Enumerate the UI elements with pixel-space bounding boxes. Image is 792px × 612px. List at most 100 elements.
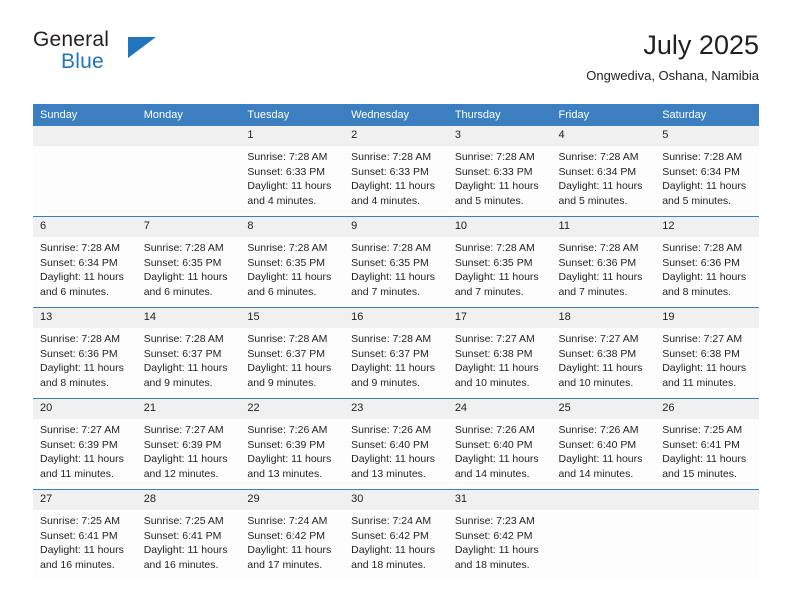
calendar-day-cell[interactable]: 20 Sunrise: 7:27 AM Sunset: 6:39 PM Dayligh… [33,398,137,490]
day-detail-line: Daylight: 11 hours [662,271,747,283]
calendar-day-cell[interactable]: 29 Sunrise: 7:24 AM Sunset: 6:42 PM Dayligh… [240,489,345,580]
day-number: 2 [344,126,448,146]
calendar-day-cell[interactable]: 21 Sunrise: 7:27 AM Sunset: 6:39 PM Dayligh… [136,398,241,490]
day-number: 9 [344,217,448,237]
calendar-day-cell[interactable]: 11 Sunrise: 7:28 AM Sunset: 6:36 PM Dayligh… [551,216,656,308]
day-number: 29 [240,490,345,510]
day-detail-line: and 7 minutes. [454,285,524,298]
logo-triangle-icon [128,37,156,58]
day-details: Sunrise: 7:28 AM Sunset: 6:34 PM Daylight:… [552,146,656,208]
day-detail-line: Daylight: 11 hours [143,362,228,374]
calendar-day-cell[interactable]: 17 Sunrise: 7:27 AM Sunset: 6:38 PM Dayligh… [447,307,552,399]
day-detail-line: Sunrise: 7:28 AM [40,333,120,345]
day-details [655,510,759,514]
calendar-day-cell[interactable]: 5 Sunrise: 7:28 AM Sunset: 6:34 PM Daylight… [655,126,759,217]
day-number: 8 [240,217,345,237]
day-detail-line: Daylight: 11 hours [351,271,435,283]
general-blue-logo[interactable]: General Blue [33,28,163,86]
calendar-day-cell[interactable]: 15 Sunrise: 7:28 AM Sunset: 6:37 PM Dayligh… [240,307,345,399]
day-detail-line: and 9 minutes. [247,376,317,389]
calendar-day-cell[interactable]: 13 Sunrise: 7:28 AM Sunset: 6:36 PM Dayligh… [33,307,137,399]
day-detail-line: and 9 minutes. [143,376,213,389]
day-detail-line: Daylight: 11 hours [558,453,643,465]
day-details: Sunrise: 7:28 AM Sunset: 6:37 PM Daylight:… [240,328,344,390]
weekday-header-row: Sunday Monday Tuesday Wednesday Thursday… [33,104,759,126]
calendar-day-cell[interactable]: 7 Sunrise: 7:28 AM Sunset: 6:35 PM Daylight… [136,216,241,308]
day-number [551,490,656,510]
day-detail-line: Sunrise: 7:26 AM [247,424,328,436]
calendar-day-cell[interactable]: 6 Sunrise: 7:28 AM Sunset: 6:34 PM Daylight… [33,216,137,308]
day-detail-line: Sunrise: 7:28 AM [454,242,535,254]
day-detail-line: Sunset: 6:38 PM [454,347,533,360]
day-number: 3 [447,126,552,146]
day-details: Sunrise: 7:28 AM Sunset: 6:34 PM Daylight:… [33,237,137,299]
day-detail-line: Sunset: 6:37 PM [351,347,429,360]
calendar-day-cell[interactable]: 16 Sunrise: 7:28 AM Sunset: 6:37 PM Dayligh… [344,307,448,399]
day-detail-line: Sunrise: 7:28 AM [143,333,224,345]
day-detail-line: and 16 minutes. [40,558,115,571]
day-detail-line: and 15 minutes. [662,467,737,480]
day-detail-line: Daylight: 11 hours [351,180,435,192]
calendar-day-cell[interactable]: 18 Sunrise: 7:27 AM Sunset: 6:38 PM Dayligh… [551,307,656,399]
calendar-day-cell[interactable]: 12 Sunrise: 7:28 AM Sunset: 6:36 PM Dayligh… [655,216,759,308]
calendar-week-row: 6 Sunrise: 7:28 AM Sunset: 6:34 PM Daylight… [33,216,759,308]
calendar-day-cell[interactable]: 2 Sunrise: 7:28 AM Sunset: 6:33 PM Daylight… [344,126,448,217]
day-number: 25 [551,399,656,419]
calendar-day-cell[interactable]: 19 Sunrise: 7:27 AM Sunset: 6:38 PM Dayligh… [655,307,759,399]
calendar-day-cell[interactable]: 31 Sunrise: 7:23 AM Sunset: 6:42 PM Dayligh… [447,489,552,580]
day-detail-line: and 5 minutes. [454,194,524,207]
day-detail-line: and 7 minutes. [351,285,420,298]
calendar-day-cell[interactable]: 3 Sunrise: 7:28 AM Sunset: 6:33 PM Daylight… [447,126,552,217]
day-number: 27 [33,490,137,510]
day-details: Sunrise: 7:28 AM Sunset: 6:33 PM Daylight:… [344,146,448,208]
day-detail-line: Sunrise: 7:27 AM [143,424,224,436]
calendar-empty-cell [136,126,241,217]
day-detail-line: and 8 minutes. [662,285,732,298]
day-detail-line: Sunrise: 7:28 AM [662,242,743,254]
calendar-day-cell[interactable]: 23 Sunrise: 7:26 AM Sunset: 6:40 PM Dayligh… [344,398,448,490]
calendar-day-cell[interactable]: 28 Sunrise: 7:25 AM Sunset: 6:41 PM Dayligh… [136,489,241,580]
calendar-day-cell[interactable]: 26 Sunrise: 7:25 AM Sunset: 6:41 PM Dayligh… [655,398,759,490]
day-detail-line: Sunset: 6:41 PM [662,438,740,451]
day-detail-line: Sunset: 6:36 PM [558,256,637,269]
day-detail-line: Sunrise: 7:28 AM [662,151,743,163]
day-details: Sunrise: 7:27 AM Sunset: 6:38 PM Daylight:… [655,328,759,390]
calendar-day-cell[interactable]: 14 Sunrise: 7:28 AM Sunset: 6:37 PM Dayligh… [136,307,241,399]
day-detail-line: Sunset: 6:42 PM [351,529,429,542]
calendar-day-cell[interactable]: 22 Sunrise: 7:26 AM Sunset: 6:39 PM Dayligh… [240,398,345,490]
day-detail-line: Daylight: 11 hours [558,271,643,283]
calendar-day-cell[interactable]: 8 Sunrise: 7:28 AM Sunset: 6:35 PM Daylight… [240,216,345,308]
calendar-day-cell[interactable]: 30 Sunrise: 7:24 AM Sunset: 6:42 PM Dayligh… [344,489,448,580]
day-detail-line: Daylight: 11 hours [351,362,435,374]
day-detail-line: Sunset: 6:38 PM [558,347,637,360]
calendar-day-cell[interactable]: 4 Sunrise: 7:28 AM Sunset: 6:34 PM Daylight… [551,126,656,217]
calendar-day-cell[interactable]: 27 Sunrise: 7:25 AM Sunset: 6:41 PM Dayligh… [33,489,137,580]
day-number: 12 [655,217,759,237]
day-detail-line: and 17 minutes. [247,558,323,571]
day-number: 6 [33,217,137,237]
day-detail-line: and 4 minutes. [351,194,420,207]
day-number: 20 [33,399,137,419]
day-details: Sunrise: 7:28 AM Sunset: 6:37 PM Daylight:… [137,328,241,390]
day-details: Sunrise: 7:24 AM Sunset: 6:42 PM Daylight:… [344,510,448,572]
day-detail-line: Sunset: 6:36 PM [40,347,118,360]
day-details: Sunrise: 7:24 AM Sunset: 6:42 PM Daylight:… [240,510,344,572]
day-detail-line: Sunrise: 7:28 AM [351,151,432,163]
page-header: General Blue July 2025 Ongwediva, Oshana… [33,28,759,96]
calendar-week-row: 27 Sunrise: 7:25 AM Sunset: 6:41 PM Dayligh… [33,489,759,580]
calendar-day-cell[interactable]: 25 Sunrise: 7:26 AM Sunset: 6:40 PM Dayligh… [551,398,656,490]
day-detail-line: Daylight: 11 hours [143,271,228,283]
day-detail-line: Sunset: 6:34 PM [662,165,740,178]
calendar-day-cell[interactable]: 24 Sunrise: 7:26 AM Sunset: 6:40 PM Dayligh… [447,398,552,490]
day-detail-line: Sunset: 6:35 PM [454,256,533,269]
day-detail-line: Sunrise: 7:28 AM [247,151,328,163]
page-subtitle: Ongwediva, Oshana, Namibia [586,68,759,83]
day-number: 4 [551,126,656,146]
calendar-day-cell[interactable]: 9 Sunrise: 7:28 AM Sunset: 6:35 PM Daylight… [344,216,448,308]
calendar-day-cell[interactable]: 10 Sunrise: 7:28 AM Sunset: 6:35 PM Dayligh… [447,216,552,308]
day-details [552,510,656,514]
calendar-week-row: 1 Sunrise: 7:28 AM Sunset: 6:33 PM Daylight… [33,126,759,217]
day-detail-line: Sunset: 6:39 PM [247,438,326,451]
day-details: Sunrise: 7:28 AM Sunset: 6:36 PM Daylight:… [33,328,137,390]
calendar-day-cell[interactable]: 1 Sunrise: 7:28 AM Sunset: 6:33 PM Daylight… [240,126,345,217]
